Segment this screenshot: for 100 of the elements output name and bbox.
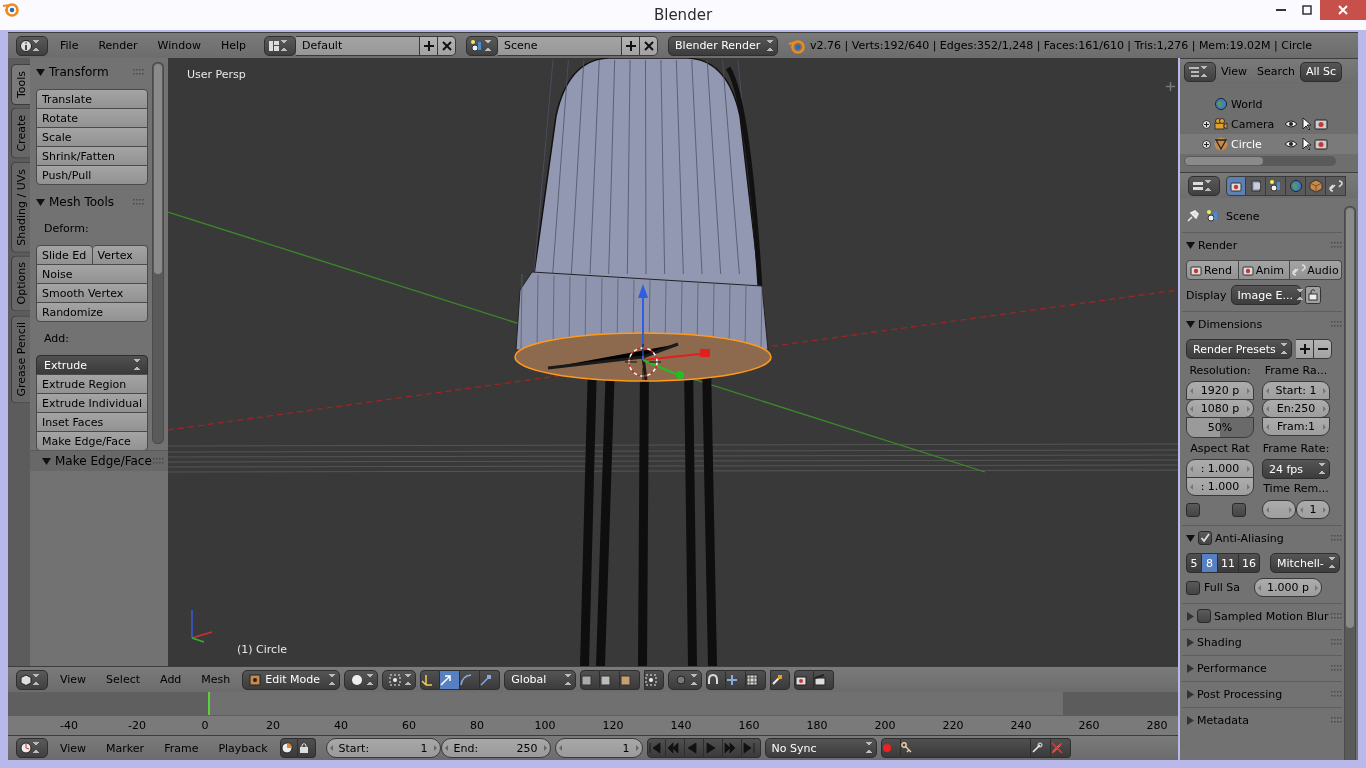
tool-button[interactable]: Vertex: [92, 245, 148, 265]
menu-item[interactable]: Window: [149, 35, 209, 56]
properties-tab[interactable]: [1326, 175, 1346, 196]
menu-item[interactable]: File: [52, 35, 87, 56]
grip-icon[interactable]: [1331, 321, 1342, 327]
panel-title[interactable]: Shading: [1197, 635, 1342, 649]
editor-type-button[interactable]: [1184, 61, 1216, 82]
menu-item[interactable]: Search: [1252, 61, 1300, 82]
render-engine-dropdown[interactable]: Blender Render: [668, 35, 779, 56]
tool-button[interactable]: Scale: [36, 127, 148, 147]
end-frame-field[interactable]: End: 250: [440, 738, 551, 758]
number-field[interactable]: Fram:1: [1262, 417, 1330, 436]
pivot-dropdown[interactable]: [382, 669, 417, 690]
number-field[interactable]: 1.000 p: [1254, 578, 1323, 597]
editor-type-button[interactable]: [16, 669, 48, 690]
panel-title[interactable]: Performance: [1197, 661, 1342, 675]
properties-tab[interactable]: [1226, 175, 1246, 196]
snap-toggle[interactable]: [706, 669, 727, 690]
shelf-tab[interactable]: Shading / UVs: [11, 161, 30, 253]
scene-selector-button[interactable]: [466, 35, 499, 56]
shelf-tab[interactable]: Grease Pencil: [11, 314, 30, 404]
insert-keyframe-button[interactable]: [1030, 738, 1051, 758]
add-layout-button[interactable]: [420, 35, 439, 56]
menu-item[interactable]: Playback: [210, 738, 276, 758]
panel-title[interactable]: Dimensions: [1198, 317, 1342, 331]
panel-title[interactable]: Mesh Tools: [49, 195, 148, 209]
sync-dropdown[interactable]: No Sync: [764, 738, 877, 758]
menu-item[interactable]: View: [52, 738, 95, 758]
face-select-toggle[interactable]: [620, 669, 641, 690]
menu-item[interactable]: View: [52, 669, 95, 690]
shelf-tab[interactable]: Tools: [11, 64, 30, 106]
delete-keyframe-button[interactable]: [1050, 738, 1071, 758]
scrollbar[interactable]: [1184, 156, 1336, 166]
snap-target-toggle[interactable]: [746, 669, 767, 690]
panel-title[interactable]: Anti-Aliasing: [1215, 531, 1342, 545]
tool-button[interactable]: Extrude Region: [36, 374, 148, 394]
menu-item[interactable]: Help: [212, 35, 255, 56]
edge-select-toggle[interactable]: [600, 669, 621, 690]
menu-item[interactable]: Mesh: [193, 669, 239, 690]
editor-type-button[interactable]: [16, 35, 48, 56]
tool-button[interactable]: Slide Ed: [36, 245, 93, 265]
number-field[interactable]: 1: [1296, 500, 1330, 519]
delete-scene-button[interactable]: [640, 35, 659, 56]
properties-tab[interactable]: [1306, 175, 1326, 196]
translate-toggle[interactable]: [440, 669, 461, 690]
outliner-item[interactable]: Camera: [1231, 117, 1281, 131]
tool-button[interactable]: Translate: [36, 89, 148, 109]
properties-tab[interactable]: [1266, 175, 1286, 196]
scrollbar[interactable]: [152, 62, 164, 444]
layout-selector-button[interactable]: [264, 35, 297, 56]
tool-button[interactable]: Extrude Individual: [36, 393, 148, 413]
preview-range-toggle[interactable]: [279, 738, 298, 758]
panel-title[interactable]: Render: [1198, 238, 1342, 252]
outliner-item[interactable]: Circle: [1231, 137, 1281, 151]
delete-layout-button[interactable]: [438, 35, 457, 56]
sample-option[interactable]: 5: [1186, 553, 1202, 573]
menu-item[interactable]: Marker: [98, 738, 153, 758]
panel-title[interactable]: Sampled Motion Blur: [1214, 609, 1342, 623]
start-frame-field[interactable]: Start: 1: [325, 738, 441, 758]
number-field[interactable]: 1920 p: [1186, 381, 1254, 400]
number-field[interactable]: Start: 1: [1262, 381, 1330, 400]
menu-item[interactable]: Frame: [156, 738, 207, 758]
render-button[interactable]: Audio: [1290, 260, 1342, 280]
render-button[interactable]: Rend: [1186, 260, 1239, 280]
menu-item[interactable]: Select: [98, 669, 149, 690]
scene-name-field[interactable]: Scene: [498, 35, 623, 56]
close-button[interactable]: [1320, 0, 1366, 20]
dropdown[interactable]: Extrude: [36, 355, 148, 375]
plus-icon[interactable]: [1166, 82, 1175, 91]
lock-toggle[interactable]: [297, 738, 316, 758]
shading-dropdown[interactable]: [344, 669, 379, 690]
tool-button[interactable]: Make Edge/Face: [36, 431, 148, 450]
grip-icon[interactable]: [1331, 665, 1342, 671]
tool-button[interactable]: Push/Pull: [36, 165, 148, 185]
number-field[interactable]: [1262, 500, 1296, 519]
jump-to-start-button[interactable]: [646, 738, 666, 758]
tool-button[interactable]: Inset Faces: [36, 412, 148, 432]
vertex-select-toggle[interactable]: [580, 669, 601, 690]
grip-icon[interactable]: [1331, 242, 1342, 248]
checkbox[interactable]: [1197, 609, 1211, 623]
render-button[interactable]: Anim: [1238, 260, 1291, 280]
frame-rate-dropdown[interactable]: 24 fps: [1262, 459, 1330, 479]
current-frame-line[interactable]: [208, 692, 210, 716]
shelf-tab[interactable]: Create: [11, 108, 30, 159]
orientation-dropdown[interactable]: Global: [504, 669, 577, 690]
sample-option[interactable]: 8: [1202, 553, 1218, 573]
number-field[interactable]: : 1.000: [1186, 477, 1254, 496]
menu-item[interactable]: Add: [152, 669, 190, 690]
editor-type-button[interactable]: [1188, 175, 1220, 196]
rotate-toggle[interactable]: [460, 669, 481, 690]
lock-icon[interactable]: [1304, 286, 1321, 304]
tool-button[interactable]: Noise: [36, 264, 148, 284]
add-scene-button[interactable]: [622, 35, 641, 56]
shelf-tab[interactable]: Options: [11, 255, 30, 312]
number-field[interactable]: : 1.000: [1186, 459, 1254, 478]
add-preset-button[interactable]: [1296, 339, 1314, 359]
checkbox[interactable]: [1186, 580, 1200, 595]
proportional-dropdown[interactable]: [668, 669, 703, 690]
tool-button[interactable]: Smooth Vertex: [36, 283, 148, 303]
panel-title[interactable]: Metadata: [1197, 713, 1342, 727]
